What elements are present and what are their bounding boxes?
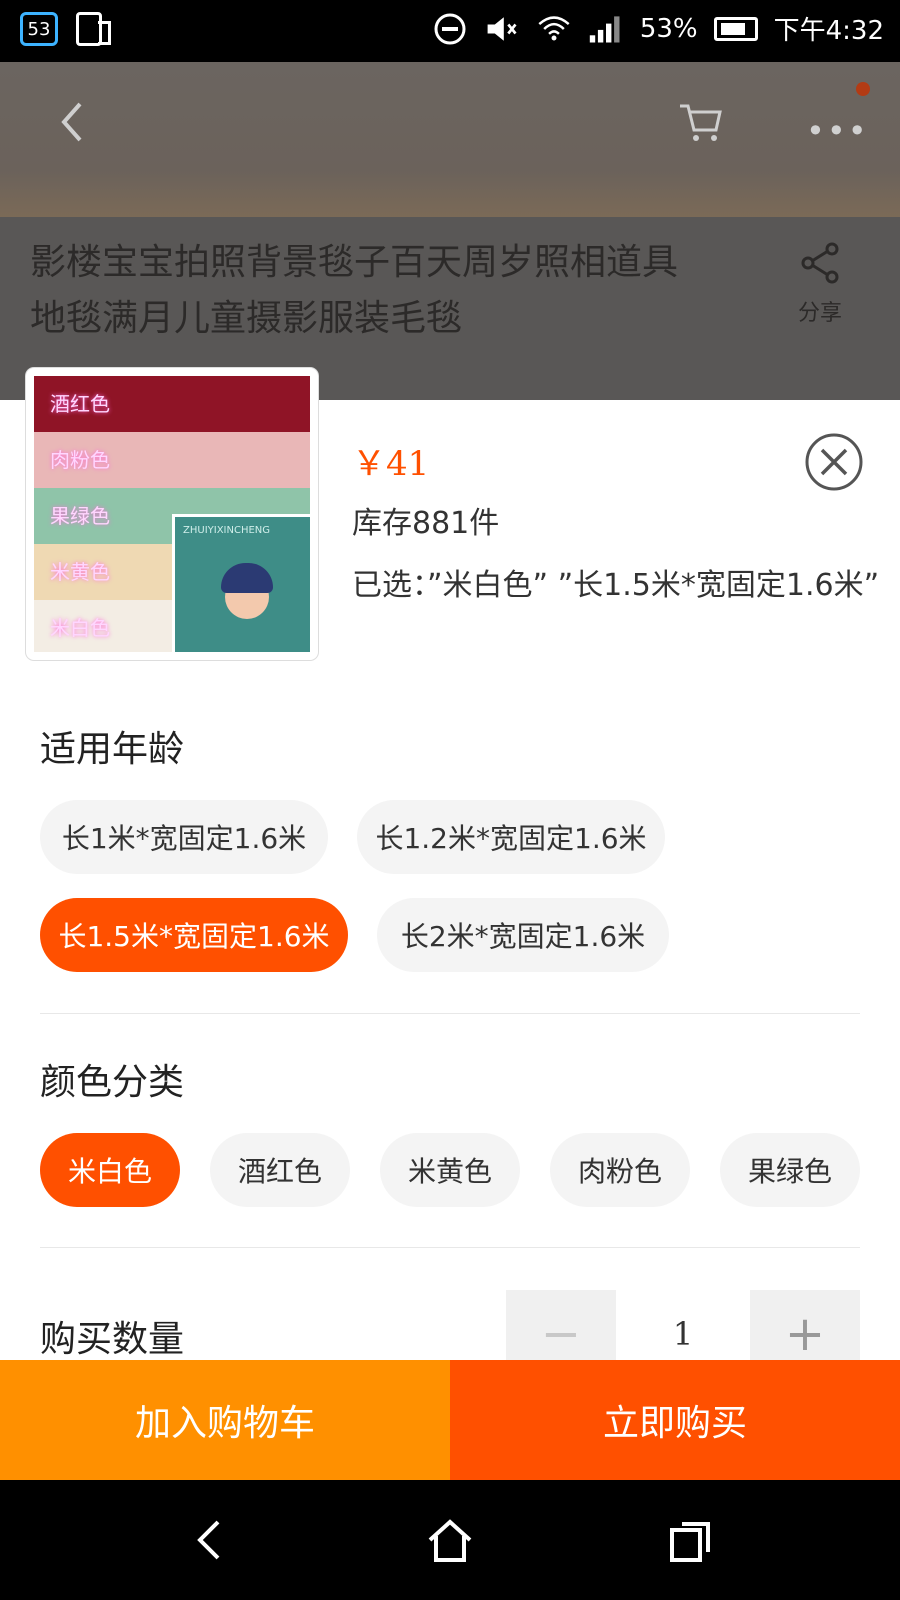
product-page-overlay[interactable]: ••• 影楼宝宝拍照背景毯子百天周岁照相道具地毯满月儿童摄影服装毛毯 分享: [0, 62, 900, 400]
divider: [40, 1013, 860, 1014]
thumb-label: 米黄色: [50, 560, 110, 584]
color-option-selected[interactable]: 米白色: [40, 1133, 180, 1207]
system-nav-bar: [0, 1480, 900, 1600]
product-title: 影楼宝宝拍照背景毯子百天周岁照相道具地毯满月儿童摄影服装毛毯: [30, 242, 679, 339]
notification-badge: 53: [20, 12, 58, 46]
thumb-label: 果绿色: [50, 504, 110, 528]
color-option[interactable]: 果绿色: [720, 1133, 860, 1207]
color-option[interactable]: 酒红色: [210, 1133, 350, 1207]
quantity-title: 购买数量: [40, 1319, 185, 1360]
baby-photo: ZHUIYIXINCHENG: [172, 514, 310, 652]
signal-icon: [588, 11, 624, 47]
clock: 下午4:32: [773, 16, 884, 46]
cart-icon[interactable]: [676, 98, 724, 146]
stock-count: 库存881件: [352, 506, 500, 541]
phone-icon: [76, 12, 111, 46]
recent-apps-icon[interactable]: [660, 1510, 720, 1570]
buy-now-button[interactable]: 立即购买: [450, 1360, 900, 1480]
divider: [40, 1247, 860, 1248]
add-to-cart-button[interactable]: 加入购物车: [0, 1360, 450, 1480]
share-icon: [801, 242, 839, 284]
back-nav-icon[interactable]: [180, 1510, 240, 1570]
selected-summary: 已选：”米白色” ”长1.5米*宽固定1.6米”: [352, 568, 880, 603]
home-nav-icon[interactable]: [420, 1510, 480, 1570]
page-header: •••: [0, 62, 900, 217]
battery-icon: [713, 16, 758, 41]
share-button[interactable]: 分享: [790, 239, 850, 327]
color-option[interactable]: 米黄色: [380, 1133, 520, 1207]
share-label: 分享: [797, 301, 842, 326]
do-not-disturb-icon: [432, 11, 468, 47]
notification-dot: [856, 82, 870, 96]
color-section-title: 颜色分类: [40, 1062, 185, 1103]
close-icon: [805, 433, 863, 491]
thumb-label: 肉粉色: [50, 448, 110, 472]
battery-percent: 53%: [639, 13, 698, 44]
mute-icon: [484, 11, 520, 47]
age-option[interactable]: 长2米*宽固定1.6米: [377, 898, 669, 972]
close-button[interactable]: [804, 432, 864, 492]
price: ￥41: [352, 444, 430, 484]
age-option-selected[interactable]: 长1.5米*宽固定1.6米: [40, 898, 348, 972]
thumb-label: 酒红色: [50, 392, 110, 416]
age-section-title: 适用年龄: [40, 729, 185, 770]
brand-watermark: ZHUIYIXINCHENG: [183, 525, 271, 536]
chevron-left-icon[interactable]: [56, 98, 86, 146]
thumb-label: 米白色: [50, 616, 110, 640]
sku-sheet: 酒红色 肉粉色 果绿色 米黄色 米白色 ZHUIYIXINCHENG ￥41 库…: [0, 368, 900, 1360]
color-option[interactable]: 肉粉色: [550, 1133, 690, 1207]
status-bar: 53 53% 下午4:32: [0, 0, 900, 62]
age-option[interactable]: 长1.2米*宽固定1.6米: [357, 800, 665, 874]
more-icon[interactable]: •••: [806, 112, 869, 150]
product-thumbnail[interactable]: 酒红色 肉粉色 果绿色 米黄色 米白色 ZHUIYIXINCHENG: [26, 368, 318, 660]
age-option[interactable]: 长1米*宽固定1.6米: [40, 800, 328, 874]
wifi-icon: [536, 11, 572, 47]
